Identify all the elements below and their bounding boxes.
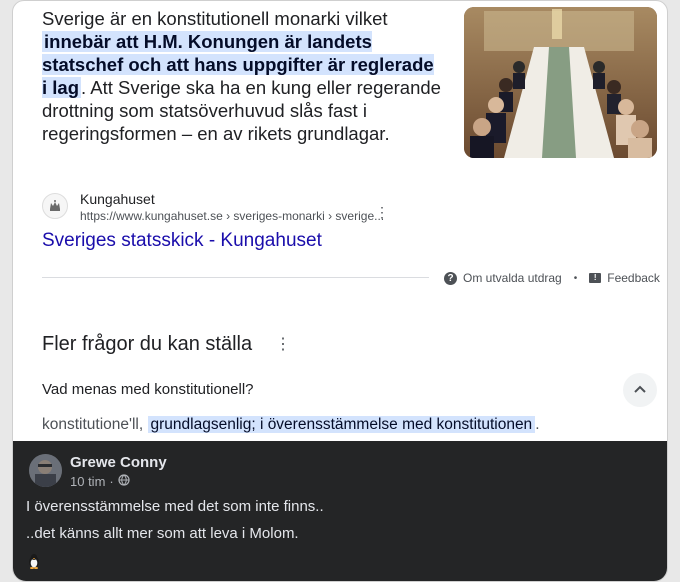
result-source[interactable]: Kungahuset https://www.kungahuset.se › s… [42,191,642,223]
paa-more-vert-icon[interactable]: ⋮ [275,334,291,354]
answer-prefix: konstitutione'll, [42,416,144,433]
post-meta: 10 tim · [70,474,130,489]
post-text-line-1: I överensstämmelse med det som inte finn… [26,498,324,515]
about-snippets-link[interactable]: Om utvalda utdrag [463,271,562,285]
snippet-footer: ? Om utvalda utdrag • ! Feedback [444,271,660,285]
answer-suffix: . [535,416,540,433]
post-time[interactable]: 10 tim [70,474,105,489]
featured-snippet-text: Sverige är en konstitutionell monarki vi… [42,7,442,145]
footer-separator: • [573,272,578,284]
answer-highlight: grundlagsenlig; i överensstämmelse med k… [147,416,536,433]
source-site-name: Kungahuset [80,191,155,207]
crown-crest-icon [42,193,68,219]
help-icon[interactable]: ? [444,271,457,285]
snippet-text-after: . Att Sverige ska ha en kung eller reger… [42,77,441,144]
globe-icon [118,474,130,489]
avatar[interactable] [29,454,62,487]
post-time-separator: · [109,474,114,489]
snippet-text-before: Sverige är en konstitutionell monarki vi… [42,8,388,29]
divider [42,277,429,278]
more-vert-icon[interactable]: ⋮ [375,205,389,219]
paa-heading: Fler frågor du kan ställa [42,333,253,355]
chevron-up-icon[interactable] [623,373,657,407]
social-post: Grewe Conny 10 tim · I överensstämmelse … [13,441,667,581]
feedback-icon[interactable]: ! [589,273,602,283]
post-author[interactable]: Grewe Conny [70,454,167,471]
penguin-icon [27,553,41,574]
post-text-line-2: ..det känns allt mer som att leva i Molo… [26,525,299,542]
screenshot-frame: Sverige är en konstitutionell monarki vi… [12,0,668,582]
feedback-link[interactable]: Feedback [607,271,660,285]
snippet-thumbnail-image[interactable] [464,7,657,158]
source-url: https://www.kungahuset.se › sveriges-mon… [80,209,385,223]
result-title-link[interactable]: Sveriges statsskick - Kungahuset [42,230,322,252]
paa-answer: konstitutione'll, grundlagsenlig; i över… [42,416,540,434]
paa-question[interactable]: Vad menas med konstitutionell? [42,381,254,398]
